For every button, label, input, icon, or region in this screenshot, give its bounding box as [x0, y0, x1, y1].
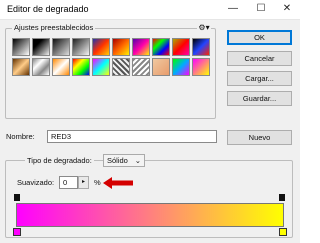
smoothness-dropdown-button[interactable]: ▸	[78, 176, 89, 189]
cancel-button[interactable]: Cancelar	[227, 51, 292, 66]
maximize-button[interactable]: ☐	[253, 2, 269, 16]
preset-swatch[interactable]	[132, 58, 150, 76]
gradient-preview-bar[interactable]	[16, 203, 284, 227]
name-label: Nombre:	[6, 132, 35, 141]
opacity-stop-right[interactable]	[279, 194, 285, 201]
preset-swatch[interactable]	[172, 38, 190, 56]
gear-icon[interactable]: ⚙▾	[197, 23, 211, 33]
preset-swatch[interactable]	[72, 38, 90, 56]
load-button[interactable]: Cargar...	[227, 71, 292, 86]
preset-swatch[interactable]	[92, 58, 110, 76]
preset-swatch[interactable]	[172, 58, 190, 76]
preset-swatch[interactable]	[12, 58, 30, 76]
preset-swatch[interactable]	[152, 58, 170, 76]
preset-swatch-grid	[12, 38, 212, 116]
preset-swatch[interactable]	[112, 38, 130, 56]
gradient-type-label: Tipo de degradado:	[25, 156, 94, 165]
close-button[interactable]: ✕	[279, 2, 295, 16]
preset-swatch[interactable]	[52, 38, 70, 56]
chevron-down-icon: ⌄	[134, 156, 141, 165]
preset-swatch[interactable]	[32, 38, 50, 56]
name-input[interactable]: RED3	[47, 130, 217, 143]
presets-legend: Ajustes preestablecidos	[12, 23, 96, 32]
preset-swatch[interactable]	[12, 38, 30, 56]
save-button[interactable]: Guardar...	[227, 91, 292, 106]
color-stop-right[interactable]	[279, 228, 287, 236]
preset-swatch[interactable]	[132, 38, 150, 56]
preset-swatch[interactable]	[32, 58, 50, 76]
preset-swatch[interactable]	[192, 38, 210, 56]
gradient-type-select[interactable]: Sólido ⌄	[103, 154, 145, 167]
smoothness-label: Suavizado:	[17, 178, 55, 187]
annotation-arrow-icon	[103, 177, 133, 189]
ok-button[interactable]: OK	[227, 30, 292, 45]
preset-swatch[interactable]	[192, 58, 210, 76]
color-stop-left[interactable]	[13, 228, 21, 236]
minimize-button[interactable]: —	[225, 2, 241, 16]
preset-swatch[interactable]	[72, 58, 90, 76]
smoothness-input[interactable]: 0	[59, 176, 78, 189]
preset-swatch[interactable]	[152, 38, 170, 56]
window-title: Editor de degradado	[7, 4, 89, 14]
preset-swatch[interactable]	[112, 58, 130, 76]
preset-swatch[interactable]	[52, 58, 70, 76]
opacity-stop-left[interactable]	[14, 194, 20, 201]
gradient-type-value: Sólido	[107, 156, 128, 165]
preset-swatch[interactable]	[92, 38, 110, 56]
smoothness-unit: %	[94, 178, 101, 187]
new-button[interactable]: Nuevo	[227, 130, 292, 145]
